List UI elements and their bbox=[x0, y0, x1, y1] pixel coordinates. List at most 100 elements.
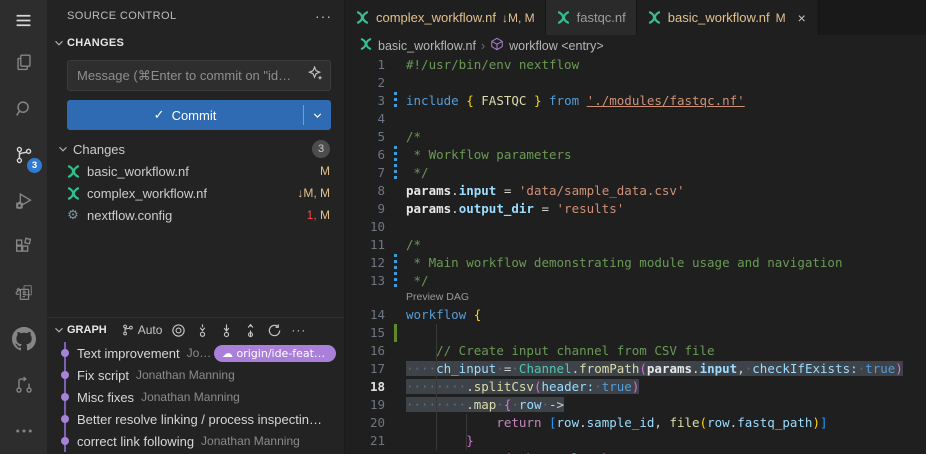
code-line-7[interactable]: 7 */ bbox=[345, 164, 926, 182]
sparkle-icon[interactable] bbox=[307, 65, 324, 87]
line-number: 8 bbox=[345, 182, 385, 200]
code-line-3[interactable]: 3include { FASTQC } from './modules/fast… bbox=[345, 92, 926, 110]
nextflow-file-icon bbox=[355, 10, 370, 25]
commit-author: Jonathan Manning bbox=[141, 390, 240, 404]
code-line-6[interactable]: 6 * Workflow parameters bbox=[345, 146, 926, 164]
commit-dot-icon bbox=[61, 415, 69, 423]
commit-author: Jonathan Manning bbox=[201, 434, 300, 448]
more-actions-icon[interactable] bbox=[0, 408, 47, 454]
tab-fastqc.nf[interactable]: fastqc.nf bbox=[546, 0, 637, 35]
branch-badge[interactable]: ☁ origin/ide-featu… bbox=[214, 345, 336, 362]
sidebar-more-icon[interactable]: ··· bbox=[315, 8, 332, 24]
file-row[interactable]: complex_workflow.nf↓M, M bbox=[47, 182, 344, 204]
chevron-down-icon bbox=[55, 141, 71, 157]
commit-dropdown-button[interactable] bbox=[304, 100, 331, 130]
code-editor[interactable]: 1#!/usr/bin/env nextflow23include { FAST… bbox=[345, 56, 926, 454]
file-name: complex_workflow.nf bbox=[87, 186, 207, 201]
activity-bar: 3 bbox=[0, 0, 47, 454]
check-icon: ✓ bbox=[154, 107, 165, 123]
code-line-14[interactable]: 14workflow { bbox=[345, 306, 926, 324]
pull-icon[interactable] bbox=[219, 323, 234, 338]
code-line-4[interactable]: 4 bbox=[345, 110, 926, 128]
scm-badge: 3 bbox=[27, 158, 42, 173]
fetch-icon[interactable] bbox=[195, 323, 210, 338]
vscode-window: 3 SOURCE CONTROL ··· bbox=[0, 0, 926, 454]
pin-current-icon[interactable] bbox=[171, 323, 186, 338]
extensions-icon[interactable] bbox=[0, 224, 47, 270]
tab-complex_workflow.nf[interactable]: complex_workflow.nf ↓M, M bbox=[345, 0, 546, 35]
code-line-5[interactable]: 5/* bbox=[345, 128, 926, 146]
menu-icon[interactable] bbox=[0, 0, 47, 40]
commit-author: Jonathan Manning bbox=[136, 368, 235, 382]
code-line-22[interactable]: 22 .set { ch_samples } bbox=[345, 450, 926, 454]
line-number: 11 bbox=[345, 236, 385, 254]
code-line-10[interactable]: 10 bbox=[345, 218, 926, 236]
push-icon[interactable] bbox=[243, 323, 258, 338]
code-line-1[interactable]: 1#!/usr/bin/env nextflow bbox=[345, 56, 926, 74]
commit-row[interactable]: Text improvementJo…☁ origin/ide-featu… bbox=[47, 342, 344, 364]
graph-more-icon[interactable]: ··· bbox=[291, 323, 306, 337]
debug-icon[interactable] bbox=[0, 178, 47, 224]
commit-row[interactable]: Misc fixesJonathan Manning bbox=[47, 386, 344, 408]
breadcrumb-file[interactable]: basic_workflow.nf bbox=[378, 39, 476, 53]
code-line-15[interactable]: 15 bbox=[345, 324, 926, 342]
tab-status: ↓M, M bbox=[502, 11, 535, 25]
code-line-11[interactable]: 11/* bbox=[345, 236, 926, 254]
refresh-icon[interactable] bbox=[267, 323, 282, 338]
file-status-badge: M bbox=[320, 164, 330, 178]
code-line-12[interactable]: 12 * Main workflow demonstrating module … bbox=[345, 254, 926, 272]
changes-section-header[interactable]: CHANGES bbox=[47, 32, 344, 54]
close-icon[interactable]: × bbox=[796, 10, 808, 26]
commit-dot-icon bbox=[61, 437, 69, 445]
code-line-16[interactable]: 16 // Create input channel from CSV file bbox=[345, 342, 926, 360]
tab-status: M bbox=[776, 11, 786, 25]
source-control-icon[interactable]: 3 bbox=[0, 132, 47, 178]
code-line-9[interactable]: 9params.output_dir = 'results' bbox=[345, 200, 926, 218]
code-line-8[interactable]: 8params.input = 'data/sample_data.csv' bbox=[345, 182, 926, 200]
auto-repo-button[interactable]: Auto bbox=[121, 323, 163, 337]
tab-label: fastqc.nf bbox=[577, 10, 626, 25]
code-line-20[interactable]: 20 return [row.sample_id, file(row.fastq… bbox=[345, 414, 926, 432]
indent-guide bbox=[466, 414, 467, 450]
tab-bar: complex_workflow.nf ↓M, M fastqc.nf basic_w… bbox=[345, 0, 926, 35]
line-number: 1 bbox=[345, 56, 385, 74]
explorer-icon[interactable] bbox=[0, 40, 47, 86]
commit-row[interactable]: Fix scriptJonathan Manning bbox=[47, 364, 344, 386]
nextflow-file-icon bbox=[647, 10, 662, 25]
code-line-19[interactable]: 19········.map·{·row·-> bbox=[345, 396, 926, 414]
github-icon[interactable] bbox=[0, 316, 47, 362]
breadcrumb: basic_workflow.nf › workflow <entry> bbox=[345, 35, 926, 56]
docs-sync-icon[interactable] bbox=[0, 270, 47, 316]
code-line-17[interactable]: 17····ch_input·=·Channel.fromPath(params… bbox=[345, 360, 926, 378]
line-number: 14 bbox=[345, 306, 385, 324]
nextflow-icon bbox=[65, 164, 81, 179]
line-number: 17 bbox=[345, 360, 385, 378]
commit-button[interactable]: ✓ Commit bbox=[67, 100, 331, 130]
search-icon[interactable] bbox=[0, 86, 47, 132]
breadcrumb-symbol[interactable]: workflow <entry> bbox=[509, 39, 603, 53]
changes-tree-header[interactable]: Changes 3 bbox=[47, 138, 344, 160]
tab-label: complex_workflow.nf bbox=[376, 10, 496, 25]
nextflow-file-icon bbox=[359, 37, 373, 54]
pull-request-icon[interactable] bbox=[0, 362, 47, 408]
commit-row[interactable]: correct link following Jonathan Manning bbox=[47, 430, 344, 452]
code-line-21[interactable]: 21 } bbox=[345, 432, 926, 450]
commit-message-input[interactable]: Message (⌘Enter to commit on "id… bbox=[67, 60, 331, 91]
file-row[interactable]: ⚙nextflow.config1, M bbox=[47, 204, 344, 226]
line-number: 7 bbox=[345, 164, 385, 182]
line-number: 3 bbox=[345, 92, 385, 110]
commit-message: Text improvement bbox=[77, 346, 180, 361]
commit-row[interactable]: Better resolve linking / process inspect… bbox=[47, 408, 344, 430]
tab-basic_workflow.nf[interactable]: basic_workflow.nf M × bbox=[637, 0, 819, 35]
commit-message: correct link following bbox=[77, 434, 194, 449]
nextflow-icon bbox=[65, 186, 81, 201]
code-line-2[interactable]: 2 bbox=[345, 74, 926, 92]
code-line-13[interactable]: 13 */ bbox=[345, 272, 926, 290]
tab-label: basic_workflow.nf bbox=[668, 10, 770, 25]
file-row[interactable]: basic_workflow.nfM bbox=[47, 160, 344, 182]
line-number: 9 bbox=[345, 200, 385, 218]
code-line-18[interactable]: 18········.splitCsv(header:·true) bbox=[345, 378, 926, 396]
codelens-preview-dag[interactable]: Preview DAG bbox=[345, 290, 926, 306]
line-number: 6 bbox=[345, 146, 385, 164]
line-number: 22 bbox=[345, 450, 385, 454]
